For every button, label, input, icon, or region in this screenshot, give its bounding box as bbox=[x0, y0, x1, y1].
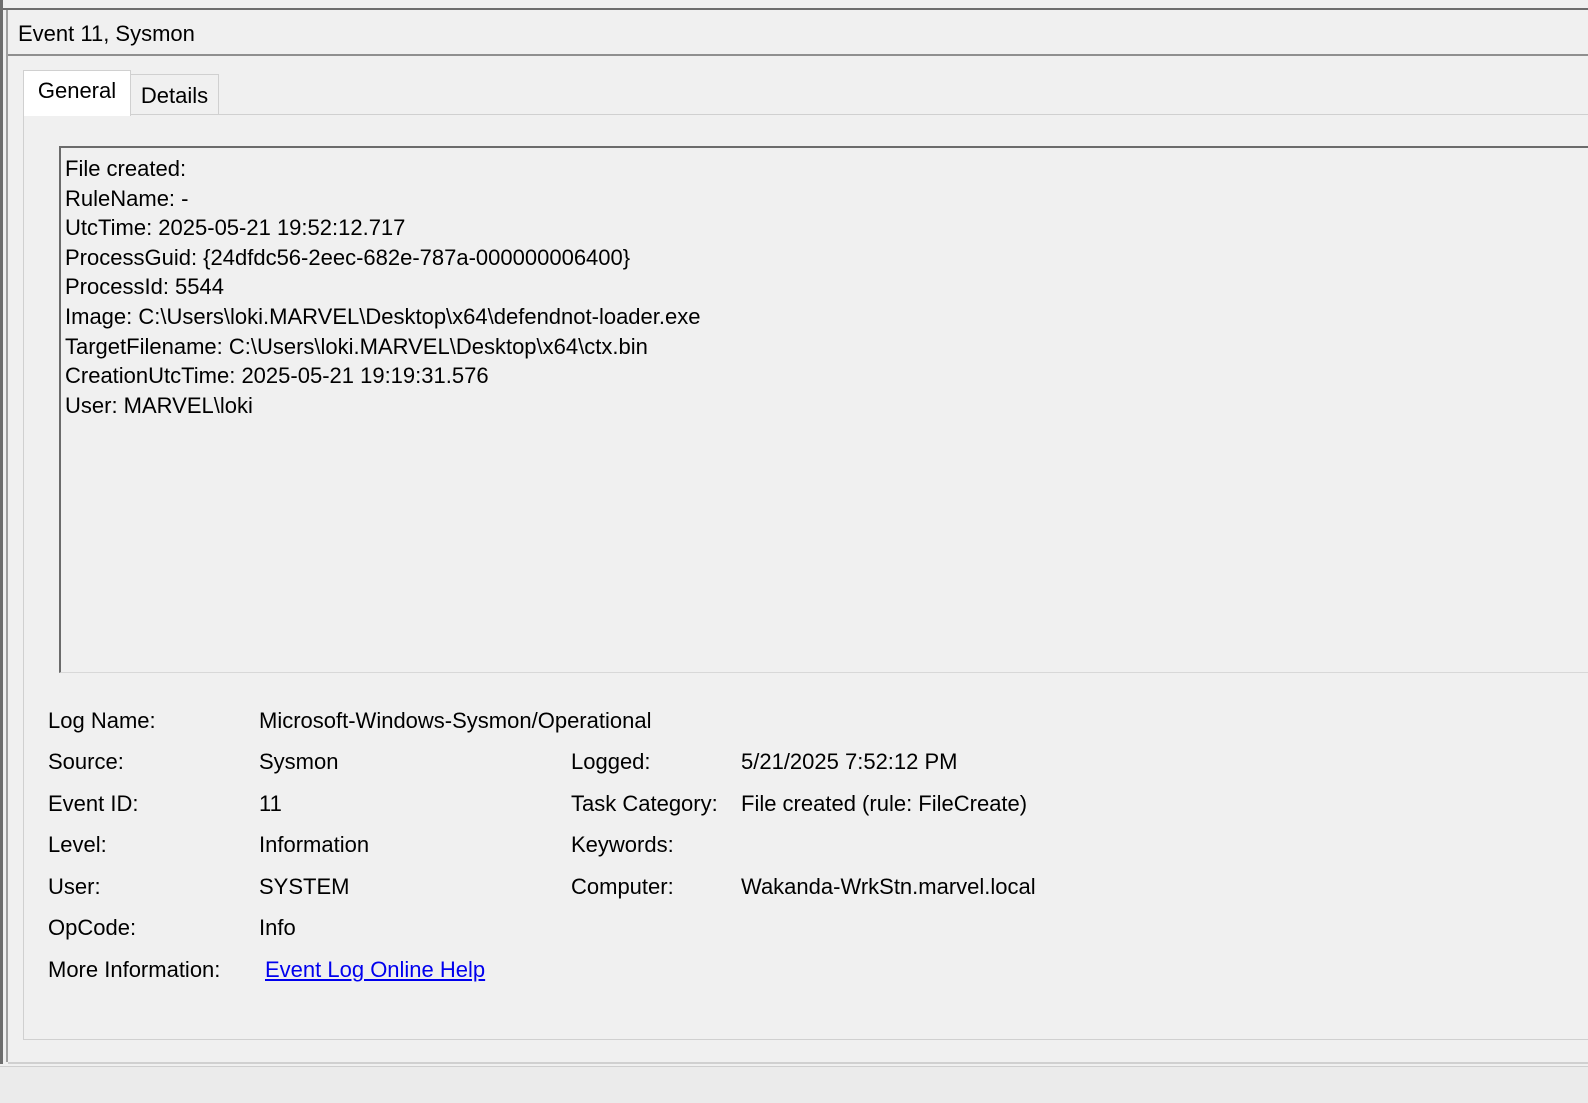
opcode-value: Info bbox=[259, 915, 296, 940]
left-frame-edge bbox=[0, 0, 3, 1064]
log-name-label: Log Name: bbox=[48, 708, 156, 733]
description-line: ProcessId: 5544 bbox=[65, 274, 224, 300]
source-value: Sysmon bbox=[259, 749, 339, 774]
description-line: User: MARVEL\loki bbox=[65, 392, 253, 418]
task-category-label: Task Category: bbox=[571, 791, 718, 816]
user-value: SYSTEM bbox=[259, 874, 350, 899]
description-line: UtcTime: 2025-05-21 19:52:12.717 bbox=[65, 215, 406, 241]
top-frame-edge bbox=[0, 0, 1588, 10]
event-description-lines: File created: RuleName: - UtcTime: 2025-… bbox=[65, 154, 700, 420]
tab-details[interactable]: Details bbox=[131, 74, 219, 114]
source-label: Source: bbox=[48, 749, 124, 774]
description-line: RuleName: - bbox=[65, 185, 189, 211]
computer-value: Wakanda-WrkStn.marvel.local bbox=[741, 874, 1036, 899]
description-line: File created: bbox=[65, 156, 187, 181]
bottom-separator bbox=[8, 1062, 1588, 1064]
computer-label: Computer: bbox=[571, 874, 674, 899]
event-panel: General Details File created: RuleName: … bbox=[8, 56, 1588, 1062]
level-label: Level: bbox=[48, 832, 107, 857]
description-line: CreationUtcTime: 2025-05-21 19:19:31.576 bbox=[65, 363, 489, 389]
event-title-bar: Event 11, Sysmon bbox=[8, 12, 1588, 56]
general-tab-page: File created: RuleName: - UtcTime: 2025-… bbox=[23, 114, 1588, 1040]
level-value: Information bbox=[259, 832, 370, 857]
bottom-status-strip bbox=[0, 1066, 1588, 1103]
description-line: Image: C:\Users\loki.MARVEL\Desktop\x64\… bbox=[65, 303, 701, 329]
logged-label: Logged: bbox=[571, 749, 651, 774]
description-line: TargetFilename: C:\Users\loki.MARVEL\Des… bbox=[65, 333, 648, 359]
event-log-online-help-link[interactable]: Event Log Online Help bbox=[265, 957, 485, 983]
logged-value: 5/21/2025 7:52:12 PM bbox=[741, 749, 958, 774]
task-category-value: File created (rule: FileCreate) bbox=[741, 791, 1028, 816]
log-name-value: Microsoft-Windows-Sysmon/Operational bbox=[259, 708, 652, 733]
event-title: Event 11, Sysmon bbox=[18, 21, 195, 46]
tab-general[interactable]: General bbox=[23, 70, 131, 116]
event-description-box[interactable]: File created: RuleName: - UtcTime: 2025-… bbox=[59, 146, 1588, 673]
general-tab-content: File created: RuleName: - UtcTime: 2025-… bbox=[30, 115, 1588, 1037]
more-information-label: More Information: bbox=[48, 957, 221, 982]
event-properties-window: Event 11, Sysmon General Details File cr… bbox=[0, 0, 1588, 1103]
user-label: User: bbox=[48, 874, 101, 899]
event-id-value: 11 bbox=[259, 791, 282, 816]
event-id-label: Event ID: bbox=[48, 791, 139, 816]
keywords-label: Keywords: bbox=[571, 832, 674, 857]
opcode-label: OpCode: bbox=[48, 915, 137, 940]
description-line: ProcessGuid: {24dfdc56-2eec-682e-787a-00… bbox=[65, 244, 631, 270]
